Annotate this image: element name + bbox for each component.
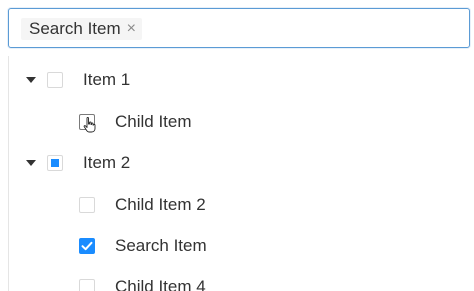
tree-node-checkbox[interactable] (79, 238, 95, 254)
tree-node-search-item[interactable]: Search Item (79, 231, 207, 261)
tree-node-checkbox[interactable] (47, 155, 63, 171)
tree-node-checkbox[interactable] (47, 72, 63, 88)
tree-node-label[interactable]: Child Item (115, 112, 192, 132)
tree-node-child-item-4[interactable]: Child Item 4 (79, 272, 206, 291)
hand-pointer-icon (83, 117, 96, 133)
tree-select-input[interactable]: Search Item × (8, 8, 470, 48)
tree-select-component: Search Item × Item 1 Child Item Item 2 C… (0, 0, 474, 291)
tree-node-checkbox[interactable] (79, 197, 95, 213)
tree-node-child-item[interactable]: Child Item (79, 107, 192, 137)
close-icon[interactable]: × (127, 21, 136, 37)
tree-node-label[interactable]: Child Item 4 (115, 277, 206, 291)
tree-node-label[interactable]: Child Item 2 (115, 195, 206, 215)
selected-tag: Search Item × (21, 18, 142, 40)
tree-node-child-item-2[interactable]: Child Item 2 (79, 190, 206, 220)
tree-node-item-1[interactable]: Item 1 (25, 65, 130, 95)
tree-dropdown: Item 1 Child Item Item 2 Child Item 2 Se… (8, 56, 474, 291)
tree-node-label[interactable]: Item 2 (83, 153, 130, 173)
tree-node-checkbox[interactable] (79, 114, 96, 133)
caret-down-icon[interactable] (25, 157, 37, 169)
checkmark-icon (81, 241, 93, 251)
caret-down-icon[interactable] (25, 74, 37, 86)
tree-node-label[interactable]: Search Item (115, 236, 207, 256)
tree-node-label[interactable]: Item 1 (83, 70, 130, 90)
tree-node-checkbox[interactable] (79, 279, 95, 291)
tree-node-item-2[interactable]: Item 2 (25, 148, 130, 178)
selected-tag-label: Search Item (29, 19, 121, 38)
